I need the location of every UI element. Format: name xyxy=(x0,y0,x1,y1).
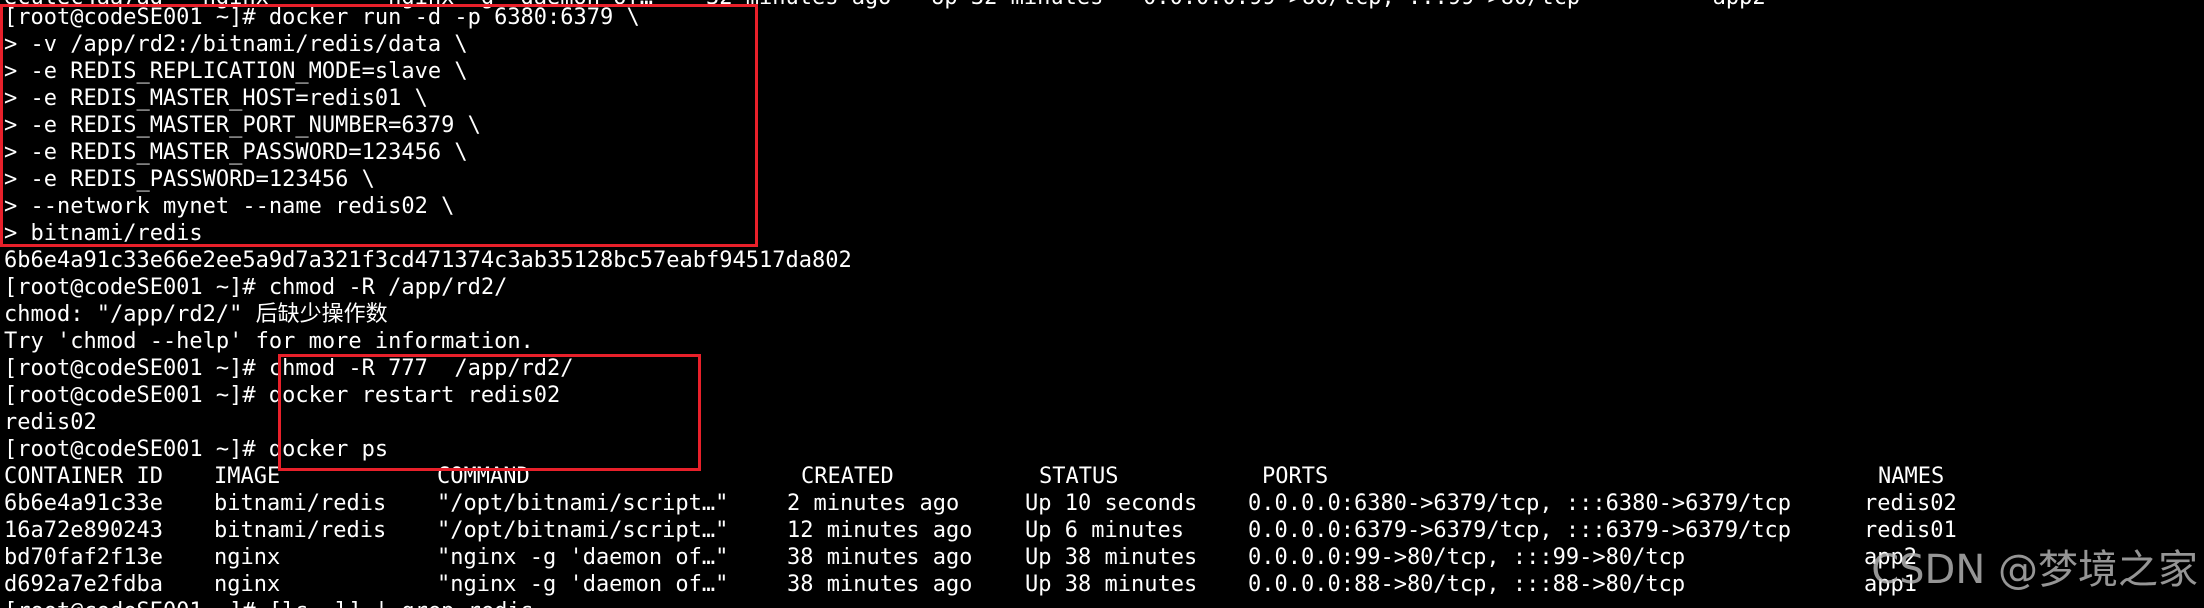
cell-container-id: 16a72e890243 xyxy=(4,518,163,543)
cell-ports: 0.0.0.0:6379->6379/tcp, :::6379->6379/tc… xyxy=(1248,518,1792,543)
cell-command: "nginx -g 'daemon of…" xyxy=(437,572,729,597)
terminal-line: > -e REDIS_MASTER_PASSWORD=123456 \ xyxy=(4,140,468,165)
restart-output: redis02 xyxy=(4,410,97,435)
watermark: CSDN @梦境之家 xyxy=(1871,547,2198,593)
command-text: docker ps xyxy=(268,437,389,462)
terminal-line: [root@codeSE001 ~]# chmod -R 777 /app/rd… xyxy=(4,355,574,382)
cell-image: nginx xyxy=(214,572,281,597)
terminal-line: > bitnami/redis xyxy=(4,221,203,246)
cell-image: bitnami/redis xyxy=(214,491,387,516)
terminal-line: > -e REDIS_MASTER_PORT_NUMBER=6379 \ xyxy=(4,113,481,138)
command-text: docker restart redis02 xyxy=(268,383,561,408)
table-row: d692a7e2fdba nginx "nginx -g 'daemon of…… xyxy=(4,571,2194,598)
cell-status: Up 10 seconds xyxy=(1025,491,1198,516)
ps-header-image: IMAGE xyxy=(214,464,281,489)
cell-created: 2 minutes ago xyxy=(787,491,960,516)
prompt: [root@codeSE001 ~]# xyxy=(4,383,269,408)
help-output: Try 'chmod --help' for more information. xyxy=(4,329,534,354)
terminal-line: [root@codeSE001 ~]# docker restart redis… xyxy=(4,382,560,409)
table-row: 6b6e4a91c33e bitnami/redis "/opt/bitnami… xyxy=(4,490,2194,517)
cell-created: 38 minutes ago xyxy=(787,545,973,570)
cell-status: Up 38 minutes xyxy=(1025,545,1198,570)
terminal-line: > -v /app/rd2:/bitnami/redis/data \ xyxy=(4,32,468,57)
terminal-line-partial-bottom: [root@codeSE001 ~]# [ls -l] | grep redis xyxy=(4,598,534,608)
cell-status: Up 6 minutes xyxy=(1025,518,1184,543)
error-output: chmod: "/app/rd2/" 后缺少操作数 xyxy=(4,302,388,327)
cell-ports: 0.0.0.0:6380->6379/tcp, :::6380->6379/tc… xyxy=(1248,491,1792,516)
cell-container-id: bd70faf2f13e xyxy=(4,545,163,570)
cell-ports: 0.0.0.0:88->80/tcp, :::88->80/tcp xyxy=(1248,572,1686,597)
cell-created: 38 minutes ago xyxy=(787,572,973,597)
terminal-line: [root@codeSE001 ~]# docker ps xyxy=(4,436,388,463)
prompt: [root@codeSE001 ~]# xyxy=(4,437,269,462)
cell-command: "nginx -g 'daemon of…" xyxy=(437,545,729,570)
cell-image: bitnami/redis xyxy=(214,518,387,543)
ps-header-names: NAMES xyxy=(1878,464,1945,489)
terminal-line: > --network mynet --name redis02 \ xyxy=(4,194,455,219)
ps-header-status: STATUS xyxy=(1039,464,1119,489)
cell-status: Up 38 minutes xyxy=(1025,572,1198,597)
ps-header-created: CREATED xyxy=(801,464,894,489)
container-hash-output: 6b6e4a91c33e66e2ee5a9d7a321f3cd471374c3a… xyxy=(4,248,852,273)
terminal-line: [root@codeSE001 ~]# chmod -R /app/rd2/ xyxy=(4,275,508,300)
ps-header-row: CONTAINER ID IMAGE COMMAND CREATED STATU… xyxy=(4,463,2194,490)
cell-ports: 0.0.0.0:99->80/tcp, :::99->80/tcp xyxy=(1248,545,1686,570)
cell-container-id: d692a7e2fdba xyxy=(4,572,163,597)
ps-header-ports: PORTS xyxy=(1262,464,1329,489)
cell-created: 12 minutes ago xyxy=(787,518,973,543)
table-row: bd70faf2f13e nginx "nginx -g 'daemon of…… xyxy=(4,544,2194,571)
table-row: 16a72e890243 bitnami/redis "/opt/bitnami… xyxy=(4,517,2194,544)
prompt: [root@codeSE001 ~]# xyxy=(4,356,269,381)
ps-header-container-id: CONTAINER ID xyxy=(4,464,163,489)
cell-container-id: 6b6e4a91c33e xyxy=(4,491,163,516)
command-text: chmod -R 777 /app/rd2/ xyxy=(268,356,574,381)
cell-names: redis02 xyxy=(1864,491,1957,516)
ps-header-command: COMMAND xyxy=(437,464,530,489)
cell-image: nginx xyxy=(214,545,281,570)
cell-command: "/opt/bitnami/script…" xyxy=(437,491,729,516)
terminal-line: > -e REDIS_MASTER_HOST=redis01 \ xyxy=(4,86,428,111)
terminal-window[interactable]: ecutec4aa7ad nginx "nginx -g 'daemon of…… xyxy=(0,0,2204,608)
terminal-line: [root@codeSE001 ~]# docker run -d -p 638… xyxy=(4,5,640,30)
terminal-line: > -e REDIS_REPLICATION_MODE=slave \ xyxy=(4,59,468,84)
cell-names: redis01 xyxy=(1864,518,1957,543)
cell-command: "/opt/bitnami/script…" xyxy=(437,518,729,543)
terminal-line: > -e REDIS_PASSWORD=123456 \ xyxy=(4,167,375,192)
